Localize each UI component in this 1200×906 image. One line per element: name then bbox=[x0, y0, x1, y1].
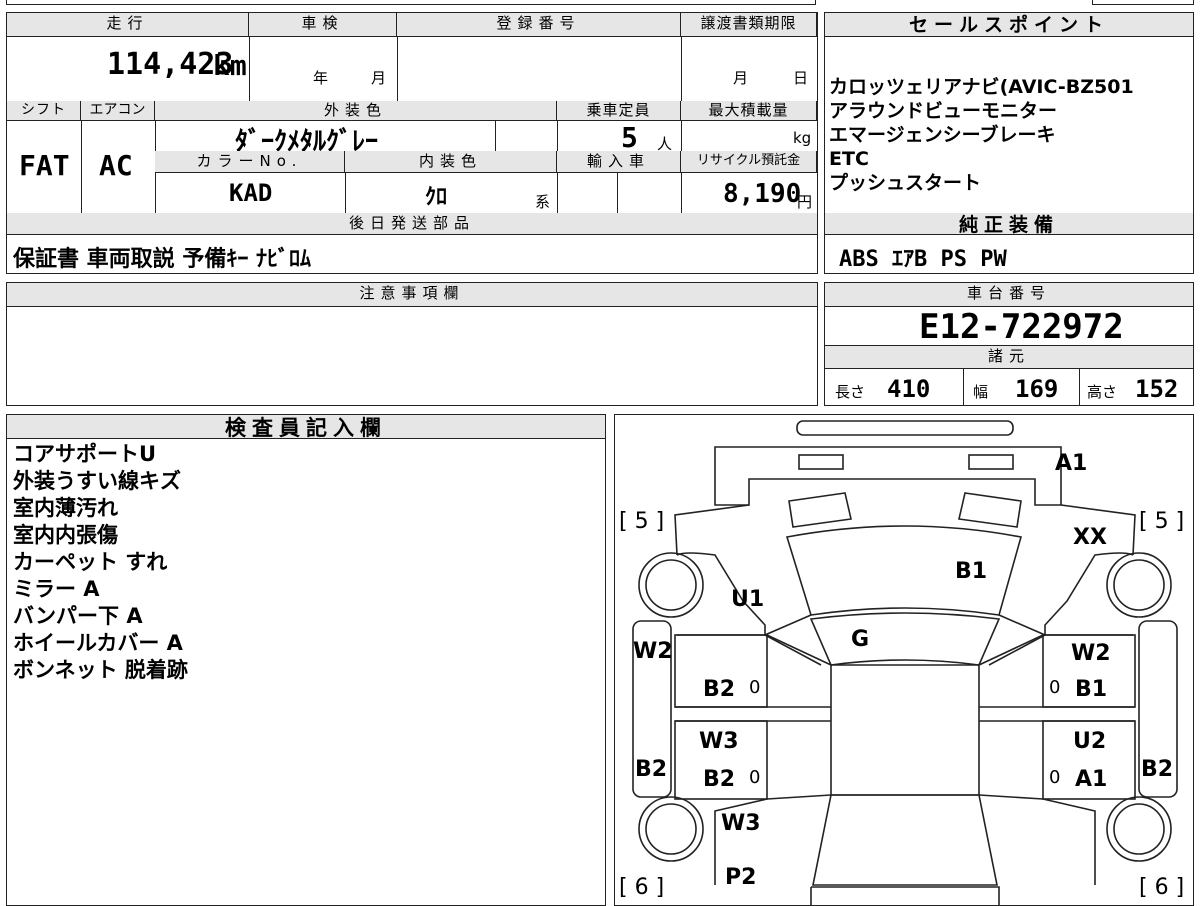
car-diagram-box: [ 5 ] [ 5 ] [ 6 ] [ 6 ] A1 XX B1 U1 G W2… bbox=[614, 414, 1194, 906]
header-interior-color: 内装色 bbox=[345, 151, 557, 173]
header-recycle: リサイクル預託金 bbox=[681, 151, 817, 173]
inspector-box: 検査員記入欄 コアサポートU 外装うすい線キズ 室内薄汚れ 室内内張傷 カーペッ… bbox=[6, 414, 606, 906]
length-label: 長さ bbox=[835, 383, 866, 401]
length-value: 410 bbox=[887, 375, 931, 403]
height-label: 高さ bbox=[1087, 383, 1118, 401]
header-registration: 登録番号 bbox=[397, 13, 681, 37]
header-genuine-equipment: 純正装備 bbox=[825, 213, 1193, 236]
damage-b2-door-left: B2 bbox=[703, 677, 736, 702]
header-inspection: 車検 bbox=[249, 13, 397, 37]
sales-point-item: カロッツェリアナビ(AVIC-BZ501 bbox=[829, 76, 1134, 98]
header-color-no: カラーNo. bbox=[155, 151, 345, 173]
damage-g: G bbox=[851, 627, 870, 652]
inspection-year-unit: 年 bbox=[313, 69, 329, 87]
sales-point-box: セールスポイント カロッツェリアナビ(AVIC-BZ501 アラウンドビューモニ… bbox=[824, 12, 1194, 274]
max-load-unit: kg bbox=[793, 129, 812, 147]
inspector-note: 室内薄汚れ bbox=[13, 496, 118, 520]
header-specs: 諸元 bbox=[825, 345, 1193, 369]
sales-point-item: アラウンドビューモニター bbox=[829, 100, 1058, 122]
genuine-equipment-value: ABS ｴｱB PS PW bbox=[839, 247, 1007, 272]
sales-point-item: エマージェンシーブレーキ bbox=[829, 124, 1056, 146]
damage-w3-rear: W3 bbox=[721, 811, 761, 836]
height-value: 152 bbox=[1135, 375, 1179, 403]
header-aircon: エアコン bbox=[81, 101, 155, 121]
color-no-value: KAD bbox=[229, 179, 273, 207]
damage-w2-left: W2 bbox=[633, 639, 673, 664]
inspector-note: ホイールカバー A bbox=[13, 631, 183, 655]
vehicle-info-table: 走行 車検 登録番号 譲渡書類期限 114,423 km 年 月 月 日 シフト… bbox=[6, 12, 818, 274]
marker-zero: 0 bbox=[749, 677, 761, 698]
notes-box: 注意事項欄 bbox=[6, 282, 818, 406]
inspector-note: カーペット すれ bbox=[13, 550, 168, 574]
interior-color-suffix: 系 bbox=[535, 193, 551, 211]
damage-p2: P2 bbox=[725, 865, 757, 890]
sales-point-item: プッシュスタート bbox=[829, 172, 982, 194]
deadline-month-unit: 月 bbox=[733, 69, 749, 87]
damage-b2-side-right: B2 bbox=[1141, 757, 1174, 782]
header-import: 輸入車 bbox=[557, 151, 681, 173]
recycle-value: 8,190 bbox=[723, 179, 802, 209]
inspector-note: ミラー A bbox=[13, 577, 100, 601]
chassis-box: 車台番号 E12-722972 諸元 長さ 410 幅 169 高さ 152 bbox=[824, 282, 1194, 406]
width-label: 幅 bbox=[973, 383, 989, 401]
tire-fl-label: [ 5 ] bbox=[619, 509, 665, 534]
inspector-note: コアサポートU bbox=[13, 442, 157, 466]
inspector-note: 室内内張傷 bbox=[13, 523, 118, 547]
header-max-load: 最大積載量 bbox=[681, 101, 817, 121]
header-mileage: 走行 bbox=[7, 13, 249, 37]
deadline-day-unit: 日 bbox=[793, 69, 809, 87]
damage-b1-door-right: B1 bbox=[1075, 677, 1108, 702]
sales-point-item: ETC bbox=[829, 148, 869, 170]
marker-zero: 0 bbox=[749, 767, 761, 788]
inspector-note: バンパー下 A bbox=[13, 604, 143, 628]
chassis-no-value: E12-722972 bbox=[919, 307, 1124, 347]
damage-b2-door-left-rear: B2 bbox=[703, 767, 736, 792]
tire-rr-label: [ 6 ] bbox=[1139, 875, 1185, 900]
tire-fr-label: [ 5 ] bbox=[1139, 509, 1185, 534]
damage-w2-right: W2 bbox=[1071, 641, 1111, 666]
damage-a1-front: A1 bbox=[1055, 451, 1088, 476]
header-capacity: 乗車定員 bbox=[557, 101, 681, 121]
mileage-unit: km bbox=[213, 49, 247, 82]
header-shift: シフト bbox=[7, 101, 81, 121]
aircon-value: AC bbox=[99, 149, 133, 182]
header-transfer-deadline: 譲渡書類期限 bbox=[681, 13, 817, 37]
later-parts-value: 保証書 車両取説 予備ｷｰ ﾅﾋﾞﾛﾑ bbox=[13, 247, 311, 272]
marker-zero: 0 bbox=[1049, 677, 1061, 698]
inspector-note: 外装うすい線キズ bbox=[13, 469, 181, 493]
header-inspector: 検査員記入欄 bbox=[7, 415, 605, 440]
damage-xx: XX bbox=[1073, 525, 1107, 550]
interior-color-value: ｸﾛ bbox=[425, 185, 448, 210]
inspector-note: ボンネット 脱着跡 bbox=[13, 658, 188, 682]
inspector-notes-list: コアサポートU 外装うすい線キズ 室内薄汚れ 室内内張傷 カーペット すれ ミラ… bbox=[13, 441, 188, 684]
recycle-unit: 円 bbox=[797, 193, 813, 211]
top-strip bbox=[6, 0, 816, 5]
tire-rl-label: [ 6 ] bbox=[619, 875, 665, 900]
damage-b2-side-left: B2 bbox=[635, 757, 668, 782]
damage-b1-hood: B1 bbox=[955, 559, 988, 584]
top-strip-right bbox=[1092, 0, 1194, 5]
header-notes: 注意事項欄 bbox=[7, 283, 817, 307]
damage-a1-door-right: A1 bbox=[1075, 767, 1108, 792]
header-later-parts: 後日発送部品 bbox=[7, 213, 817, 235]
marker-zero: 0 bbox=[1049, 767, 1061, 788]
damage-u1: U1 bbox=[731, 587, 765, 612]
damage-w3-door-left: W3 bbox=[699, 729, 739, 754]
damage-u2: U2 bbox=[1073, 729, 1107, 754]
capacity-value: 5 bbox=[621, 121, 638, 154]
width-value: 169 bbox=[1015, 375, 1059, 403]
shift-value: FAT bbox=[19, 149, 70, 182]
sales-point-list: カロッツェリアナビ(AVIC-BZ501 アラウンドビューモニター エマージェン… bbox=[829, 75, 1134, 195]
inspection-month-unit: 月 bbox=[371, 69, 387, 87]
header-chassis-no: 車台番号 bbox=[825, 283, 1193, 307]
header-sales-point: セールスポイント bbox=[825, 13, 1193, 37]
header-exterior-color: 外装色 bbox=[155, 101, 557, 121]
